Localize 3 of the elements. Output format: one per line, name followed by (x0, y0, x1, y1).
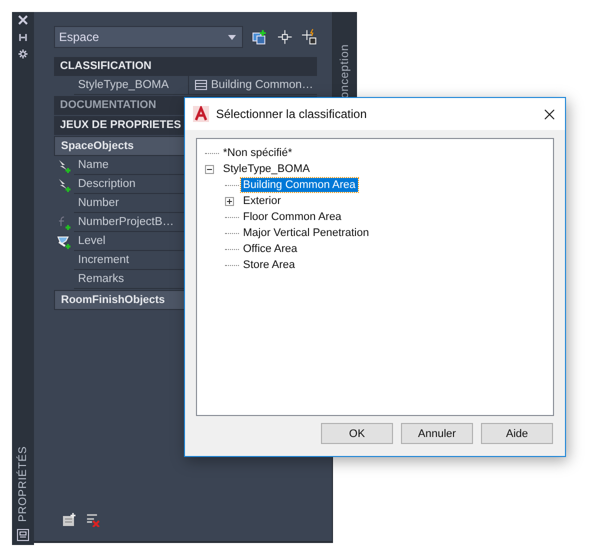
dialog-title: Sélectionner la classification (216, 107, 368, 121)
palette-title: PROPRIÉTÉS (17, 446, 29, 522)
property-name: StyleType_BOMA (74, 76, 189, 95)
